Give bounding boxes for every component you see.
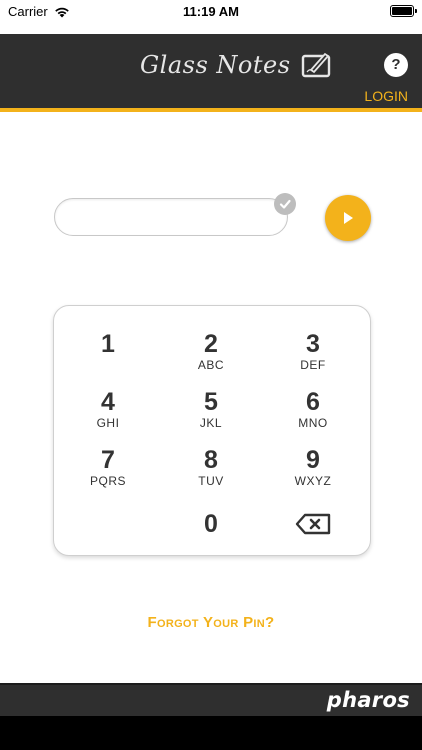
key-4[interactable]: 4 GHI (68, 388, 148, 440)
key-9[interactable]: 9 WXYZ (273, 446, 353, 498)
key-letters: PQRS (89, 474, 126, 488)
key-8[interactable]: 8 TUV (171, 446, 251, 498)
battery-icon (390, 5, 417, 17)
key-7[interactable]: 7 PQRS (68, 446, 148, 498)
key-digit: 5 (204, 388, 218, 416)
backspace-icon (295, 513, 331, 535)
backspace-button[interactable] (273, 506, 353, 542)
app-header: Glass Notes ? LOGIN (0, 34, 422, 112)
key-3[interactable]: 3 DEF (273, 330, 353, 382)
key-letters: JKL (199, 416, 223, 430)
key-digit: 9 (306, 446, 320, 474)
key-digit: 0 (204, 510, 218, 538)
key-letters: MNO (298, 416, 328, 430)
key-letters: GHI (96, 416, 120, 430)
pin-input[interactable] (54, 198, 288, 236)
key-digit: 1 (101, 330, 115, 358)
key-digit: 2 (204, 330, 218, 358)
status-time: 11:19 AM (183, 4, 239, 19)
keypad: 1 2 ABC 3 DEF 4 GHI 5 JKL 6 MNO 7 PQRS 8… (53, 305, 371, 556)
footer: pharos (0, 683, 422, 750)
key-letters: WXYZ (294, 474, 332, 488)
key-6[interactable]: 6 MNO (273, 388, 353, 440)
login-link[interactable]: LOGIN (364, 88, 408, 104)
key-letters: DEF (300, 358, 326, 372)
key-1[interactable]: 1 (68, 330, 148, 382)
forgot-pin-link[interactable]: Forgot Your Pin? (0, 614, 422, 631)
footer-bar (0, 716, 422, 750)
key-digit: 7 (101, 446, 115, 474)
pharos-logo: pharos (326, 688, 410, 712)
key-letters: ABC (197, 358, 225, 372)
key-digit: 8 (204, 446, 218, 474)
tablet-pen-icon (301, 52, 330, 78)
key-2[interactable]: 2 ABC (171, 330, 251, 382)
check-icon (274, 193, 296, 215)
key-digit: 6 (306, 388, 320, 416)
key-letters: TUV (198, 474, 224, 488)
app-title: Glass Notes (140, 51, 291, 79)
key-digit: 3 (306, 330, 320, 358)
help-button[interactable]: ? (384, 53, 408, 77)
status-bar: Carrier 11:19 AM (0, 0, 422, 22)
key-0[interactable]: 0 (171, 510, 251, 562)
play-arrow-icon (344, 212, 353, 224)
submit-button[interactable] (325, 195, 371, 241)
key-5[interactable]: 5 JKL (171, 388, 251, 440)
app-logo: Glass Notes (140, 50, 333, 80)
key-digit: 4 (101, 388, 115, 416)
